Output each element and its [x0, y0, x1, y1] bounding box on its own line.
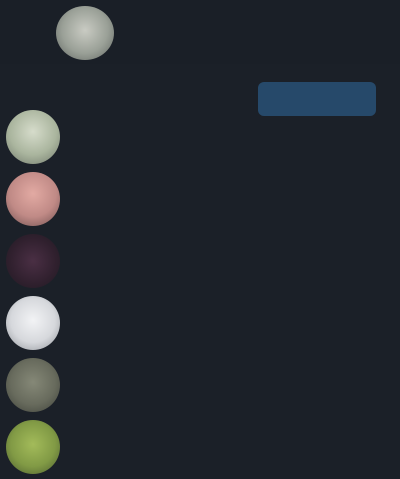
header	[0, 0, 400, 64]
list-item-title	[82, 366, 322, 384]
list-item-title	[82, 242, 242, 260]
list-item[interactable]	[0, 232, 400, 292]
page-subtitle	[132, 36, 337, 52]
list-item-title	[82, 304, 212, 322]
list-item[interactable]	[0, 170, 400, 230]
avatar[interactable]	[6, 172, 60, 226]
list-item-title	[82, 180, 272, 198]
list-item-title	[82, 428, 352, 446]
avatar[interactable]	[6, 234, 60, 288]
avatar[interactable]	[6, 296, 60, 350]
list-item-subtitle	[82, 138, 262, 154]
avatar[interactable]	[6, 110, 60, 164]
avatar[interactable]	[6, 358, 60, 412]
list-item-subtitle	[82, 262, 232, 278]
list-item-title	[82, 118, 292, 136]
list-item-subtitle	[82, 448, 302, 464]
list-item[interactable]	[0, 108, 400, 168]
avatar[interactable]	[6, 420, 60, 474]
list-item-subtitle	[82, 386, 282, 402]
page	[0, 0, 400, 479]
section-label	[78, 82, 238, 100]
list-item[interactable]	[0, 356, 400, 416]
list-item-subtitle	[82, 324, 202, 340]
avatar[interactable]	[56, 6, 114, 60]
list-item[interactable]	[0, 294, 400, 354]
list-item-subtitle	[82, 200, 252, 216]
list-item[interactable]	[0, 418, 400, 478]
page-title	[132, 12, 337, 34]
